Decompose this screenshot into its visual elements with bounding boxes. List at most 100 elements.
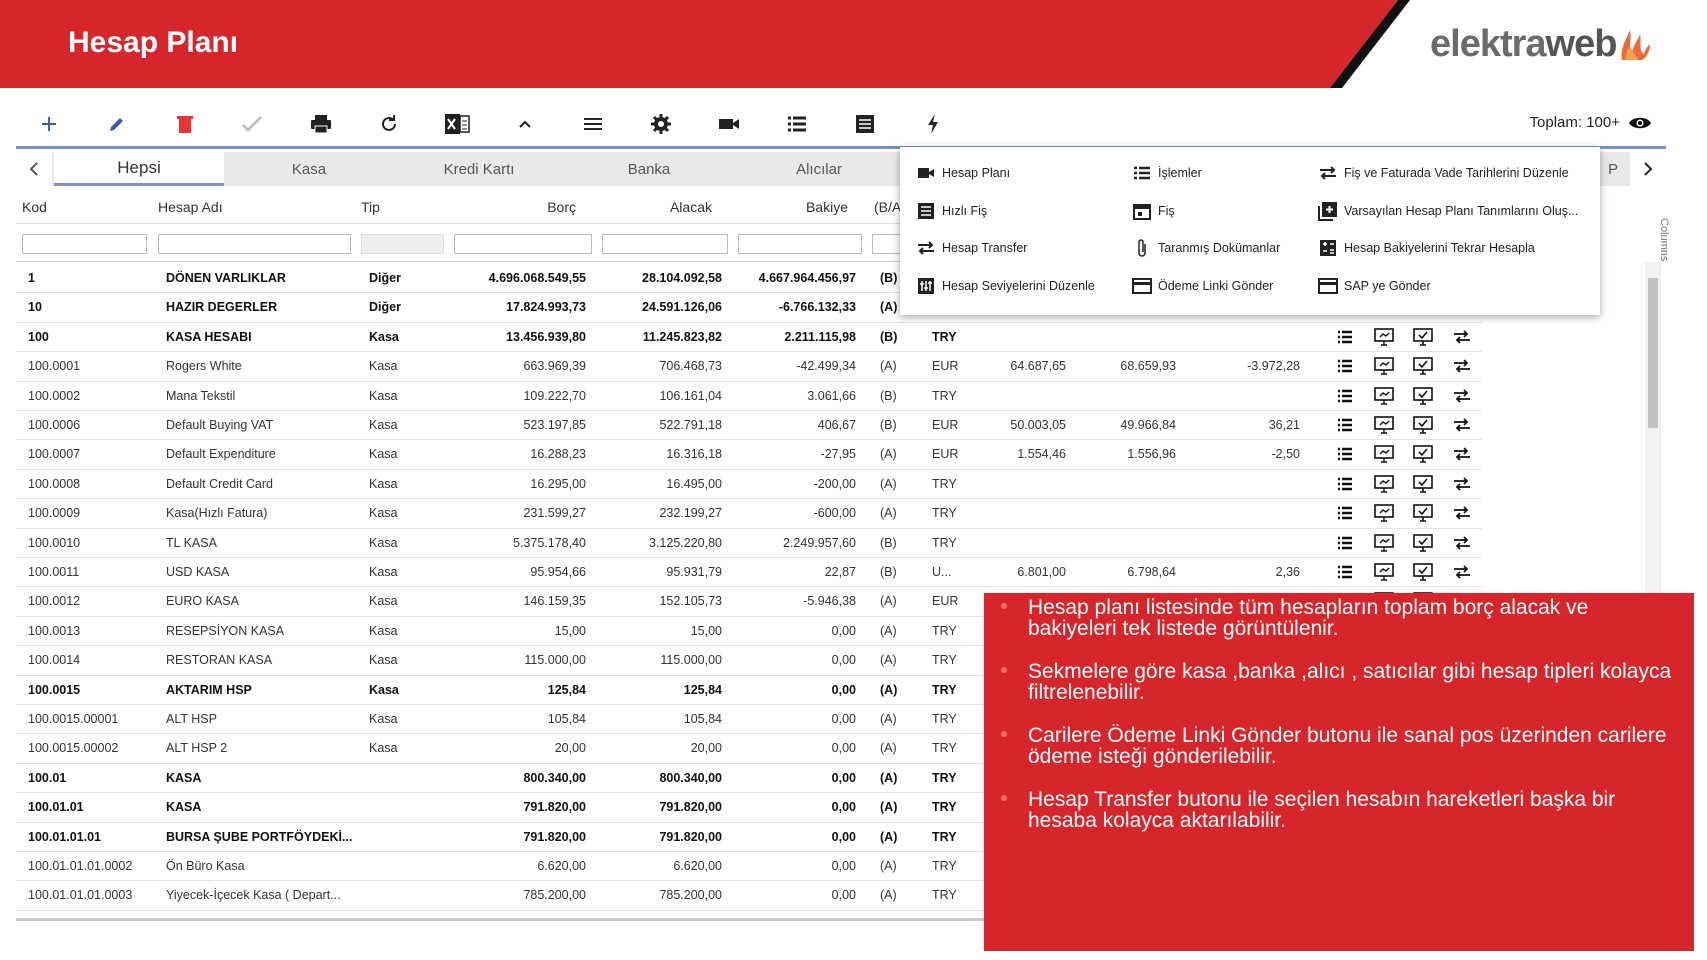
tab-scroll-left[interactable] — [16, 152, 52, 186]
transfer-icon[interactable] — [1452, 475, 1472, 493]
monitor-icon[interactable] — [1374, 357, 1394, 375]
filter-hesap-adi[interactable] — [158, 234, 351, 254]
monitor-check-icon[interactable] — [1413, 445, 1433, 464]
transfer-icon[interactable] — [1452, 534, 1472, 552]
cell-cur: TRY — [932, 829, 957, 844]
refresh-button[interactable] — [372, 104, 406, 144]
tab-partial[interactable]: P — [1596, 152, 1630, 186]
monitor-icon[interactable] — [1374, 445, 1394, 464]
video-button[interactable] — [712, 104, 746, 144]
monitor-check-icon[interactable] — [1413, 474, 1433, 493]
tab-kredi-karti[interactable]: Kredi Kartı — [394, 152, 564, 186]
transfer-icon[interactable] — [1452, 445, 1472, 463]
col-ba[interactable]: (B/A — [874, 190, 901, 224]
menu-taranmis-dokumanlar[interactable]: Taranmış Dokümanlar — [1132, 235, 1280, 261]
list-icon[interactable] — [1335, 563, 1355, 581]
cell-borc: 5.375.178,40 — [513, 535, 586, 550]
scroll-thumb[interactable] — [1648, 278, 1658, 428]
monitor-icon[interactable] — [1374, 386, 1394, 405]
table-row[interactable]: 100.0008 Default Credit Card Kasa 16.295,00… — [16, 470, 1482, 500]
col-borc[interactable]: Borç — [436, 190, 576, 224]
list-icon[interactable] — [1335, 357, 1355, 375]
tab-scroll-right[interactable] — [1630, 152, 1666, 186]
col-bakiye[interactable]: Bakiye — [712, 190, 848, 224]
menu-hizli-fis[interactable]: Hızlı Fiş — [916, 198, 987, 224]
list-icon[interactable] — [1335, 416, 1355, 434]
monitor-check-icon[interactable] — [1413, 386, 1433, 405]
menu-odeme-linki[interactable]: Ödeme Linki Gönder — [1132, 273, 1273, 299]
menu-taranmis-dokumanlar-label: Taranmış Dokümanlar — [1158, 241, 1281, 255]
col-alacak[interactable]: Alacak — [576, 190, 712, 224]
excel-button[interactable] — [440, 104, 474, 144]
list-icon[interactable] — [1335, 387, 1355, 405]
col-kod[interactable]: Kod — [22, 190, 47, 224]
table-row[interactable]: 100 KASA HESABI Kasa 13.456.939,80 11.245.82… — [16, 323, 1482, 353]
table-row[interactable]: 100.0009 Kasa(Hızlı Fatura) Kasa 231.599,27… — [16, 499, 1482, 529]
menu-hesap-transfer[interactable]: Hesap Transfer — [916, 235, 1027, 261]
menu-vade-duzenle[interactable]: Fiş ve Faturada Vade Tarihlerini Düzenle — [1318, 160, 1569, 186]
monitor-icon[interactable] — [1374, 563, 1394, 581]
list-view-button[interactable] — [780, 104, 814, 144]
document-button[interactable] — [848, 104, 882, 144]
list-icon[interactable] — [1335, 534, 1355, 552]
filter-kod[interactable] — [22, 234, 147, 254]
filter-ba[interactable] — [872, 234, 902, 254]
collapse-button[interactable] — [508, 104, 542, 144]
edit-button[interactable] — [100, 104, 134, 144]
menu-hesap-seviyeleri[interactable]: Hesap Seviyelerini Düzenle — [916, 273, 1095, 299]
table-row[interactable]: 100.0010 TL KASA Kasa 5.375.178,40 3.125.220… — [16, 529, 1482, 558]
transfer-icon[interactable] — [1452, 387, 1472, 405]
col-hesap-adi[interactable]: Hesap Adı — [158, 190, 223, 224]
monitor-check-icon[interactable] — [1413, 504, 1433, 522]
list-icon[interactable] — [1335, 445, 1355, 463]
monitor-check-icon[interactable] — [1413, 357, 1433, 375]
menu-islemler[interactable]: İşlemler — [1132, 160, 1202, 186]
list-icon[interactable] — [1335, 504, 1355, 522]
transfer-icon[interactable] — [1452, 504, 1472, 522]
add-button[interactable] — [32, 104, 66, 144]
table-row[interactable]: 100.0006 Default Buying VAT Kasa 523.197,85… — [16, 411, 1482, 441]
filter-bakiye[interactable] — [738, 234, 862, 254]
menu-fis[interactable]: Fiş — [1132, 198, 1175, 224]
eye-icon[interactable] — [1628, 115, 1652, 131]
list-icon[interactable] — [1335, 328, 1355, 346]
cell-ba: (A) — [880, 476, 897, 491]
approve-button[interactable] — [236, 104, 270, 144]
list-icon[interactable] — [1335, 475, 1355, 493]
tab-banka[interactable]: Banka — [564, 152, 734, 186]
monitor-check-icon[interactable] — [1413, 416, 1433, 434]
tab-kasa[interactable]: Kasa — [224, 152, 394, 186]
monitor-check-icon[interactable] — [1413, 533, 1433, 552]
tab-alicilar[interactable]: Alıcılar — [734, 152, 904, 186]
menu-hesap-plani[interactable]: Hesap Planı — [916, 160, 1010, 186]
menu-sap-gonder[interactable]: SAP ye Gönder — [1318, 273, 1431, 299]
monitor-check-icon[interactable] — [1413, 563, 1433, 581]
monitor-icon[interactable] — [1374, 327, 1394, 346]
col-tip[interactable]: Tip — [361, 190, 380, 224]
monitor-icon[interactable] — [1374, 533, 1394, 552]
quick-actions-button[interactable] — [916, 104, 950, 144]
menu-button[interactable] — [576, 104, 610, 144]
monitor-icon[interactable] — [1374, 504, 1394, 522]
transfer-icon[interactable] — [1452, 416, 1472, 434]
settings-button[interactable] — [644, 104, 678, 144]
transfer-icon[interactable] — [1452, 328, 1472, 346]
filter-alacak[interactable] — [602, 234, 728, 254]
table-row[interactable]: 100.0002 Mana Tekstil Kasa 109.222,70 106.16… — [16, 382, 1482, 411]
transfer-icon[interactable] — [1452, 563, 1472, 581]
table-row[interactable]: 100.0007 Default Expenditure Kasa 16.288,23… — [16, 440, 1482, 470]
columns-panel-toggle[interactable]: Columns — [1658, 218, 1670, 261]
table-row[interactable]: 100.0001 Rogers White Kasa 663.969,39 706.46… — [16, 352, 1482, 382]
table-row[interactable]: 100.0011 USD KASA Kasa 95.954,66 95.931,79 22… — [16, 558, 1482, 588]
delete-button[interactable] — [168, 104, 202, 144]
print-button[interactable] — [304, 104, 338, 144]
cell-ba: (A) — [880, 623, 897, 638]
menu-varsayilan-tanimlar[interactable]: Varsayılan Hesap Planı Tanımlarını Oluş.… — [1318, 198, 1578, 224]
transfer-icon[interactable] — [1452, 357, 1472, 375]
monitor-check-icon[interactable] — [1413, 327, 1433, 346]
filter-borc[interactable] — [454, 234, 592, 254]
monitor-icon[interactable] — [1374, 416, 1394, 434]
menu-bakiye-hesapla[interactable]: Hesap Bakiyelerini Tekrar Hesapla — [1318, 235, 1535, 261]
monitor-icon[interactable] — [1374, 474, 1394, 493]
tab-hepsi[interactable]: Hepsi — [54, 152, 224, 186]
